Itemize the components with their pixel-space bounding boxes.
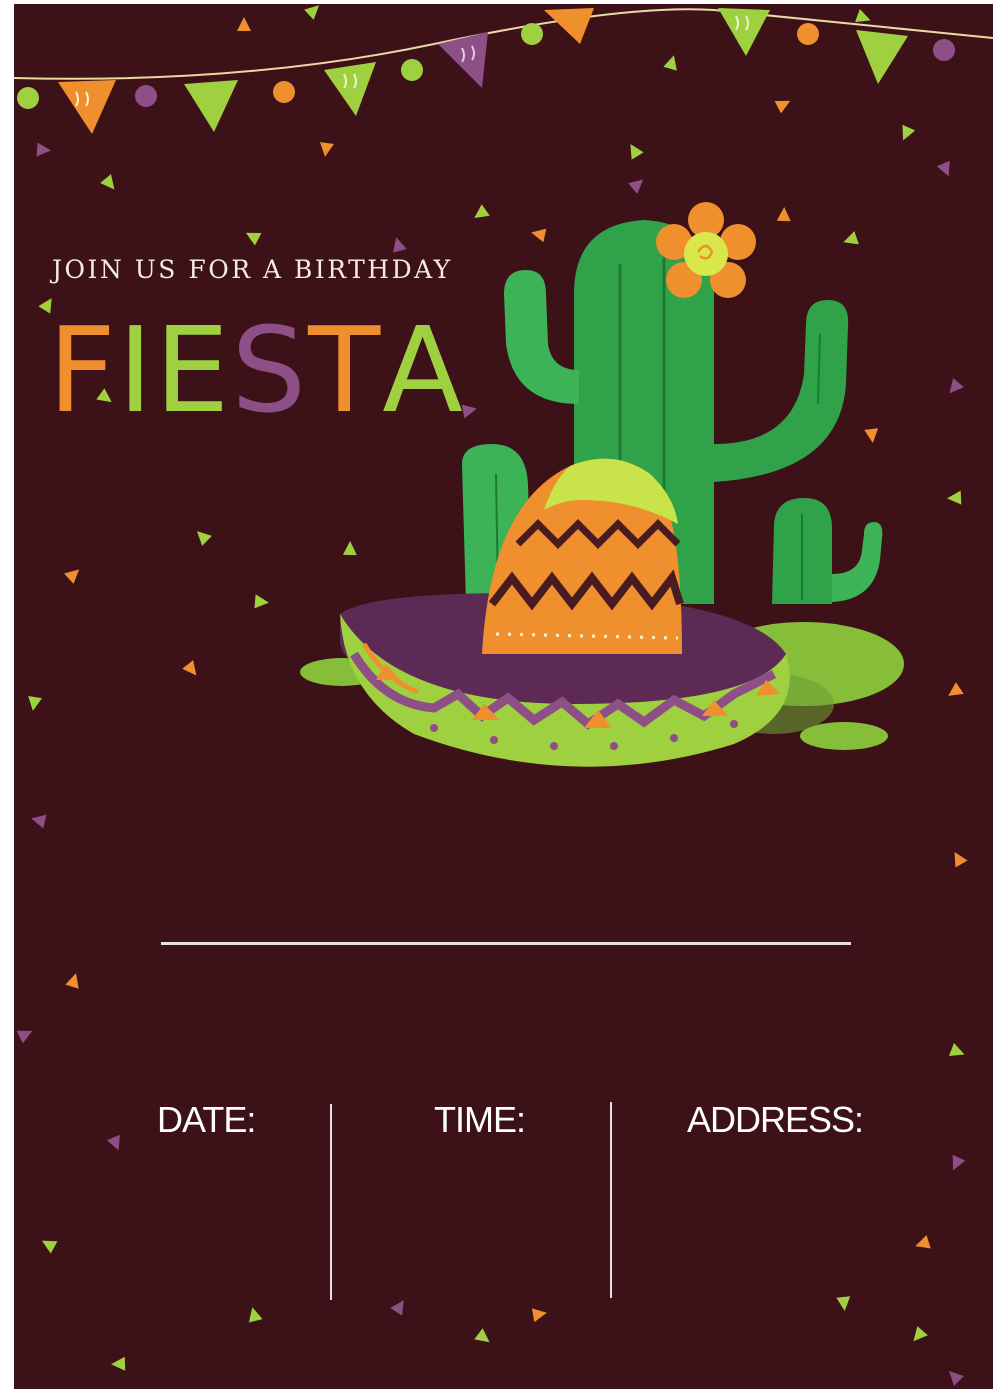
column-separator [610, 1102, 612, 1298]
fiesta-title: FIESTA [48, 310, 465, 430]
invitation-card: JOIN US FOR A BIRTHDAY FIESTA DATE: TIME… [14, 4, 993, 1389]
confetti-piece [474, 1328, 490, 1343]
title-letter: F [48, 301, 118, 439]
confetti-piece [111, 1356, 126, 1371]
sombrero [340, 458, 790, 767]
confetti-piece [952, 1154, 966, 1171]
time-label: TIME: [434, 1099, 526, 1140]
confetti-piece [31, 814, 47, 829]
date-label: DATE: [157, 1099, 256, 1140]
address-label: ADDRESS: [687, 1099, 864, 1140]
name-blank-line [161, 942, 851, 945]
confetti-piece [949, 1371, 964, 1386]
confetti-piece [531, 1308, 547, 1323]
confetti-piece [913, 1326, 928, 1342]
title-letter: A [382, 301, 465, 439]
tagline: JOIN US FOR A BIRTHDAY [52, 255, 453, 284]
confetti-piece [390, 1300, 404, 1316]
confetti-piece [65, 973, 79, 989]
confetti-piece [948, 1042, 965, 1057]
column-separator [330, 1104, 332, 1300]
confetti-piece [41, 1240, 58, 1254]
confetti-piece [954, 851, 968, 868]
confetti-piece [16, 1030, 33, 1044]
confetti-piece [836, 1296, 851, 1311]
title-letter: E [154, 301, 232, 439]
confetti-piece [106, 1134, 120, 1151]
confetti-piece [248, 1307, 263, 1323]
title-letter: T [308, 301, 383, 439]
title-letter: S [231, 301, 309, 439]
title-letter: I [117, 301, 155, 439]
confetti-piece [915, 1235, 931, 1249]
